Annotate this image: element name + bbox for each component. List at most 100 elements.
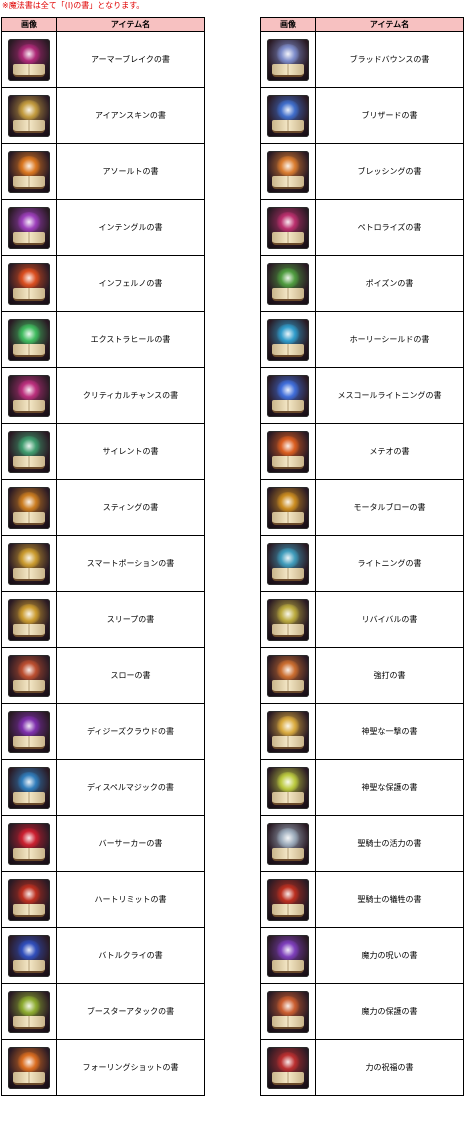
table-row: ホーリーシールドの書 [260, 311, 464, 368]
item-name: アソールトの書 [56, 143, 205, 200]
lightning-icon [267, 542, 309, 585]
book-graphic [13, 903, 45, 917]
spell-glow [17, 659, 41, 680]
header-image: 画像 [260, 17, 316, 32]
table-row: フォーリングショットの書 [1, 1039, 205, 1096]
slow-icon [8, 654, 50, 697]
notice-text: ※魔法書は全て「(I)の書」となります。 [2, 1, 145, 10]
book-graphic [272, 343, 304, 357]
spell-glow [17, 883, 41, 904]
item-name: スティングの書 [56, 479, 205, 536]
spell-glow [276, 659, 300, 680]
item-name: ブースターアタックの書 [56, 983, 205, 1040]
item-image-cell [1, 535, 57, 592]
item-table-right: 画像 アイテム名 ブラッドバウンスの書 ブリザードの書 ブレッシングの書 ペトロライズ… [260, 17, 464, 1096]
table-row: メスコールライトニングの書 [260, 367, 464, 424]
page: ※魔法書は全て「(I)の書」となります。 画像 アイテム名 アーマーブレイクの書… [0, 0, 464, 1140]
table-row: 強打の書 [260, 647, 464, 704]
item-name: インテングルの書 [56, 199, 205, 256]
book-graphic [272, 63, 304, 77]
mana-protection-icon [267, 990, 309, 1033]
item-name: バーサーカーの書 [56, 815, 205, 872]
table-row: クリティカルチャンスの書 [1, 367, 205, 424]
spell-glow [17, 547, 41, 568]
table-row: 魔力の保護の書 [260, 983, 464, 1040]
spell-glow [276, 323, 300, 344]
item-name: ブレッシングの書 [315, 143, 464, 200]
item-image-cell [260, 367, 316, 424]
table-row: スローの書 [1, 647, 205, 704]
table-row: ポイズンの書 [260, 255, 464, 312]
spell-glow [17, 267, 41, 288]
table-row: バーサーカーの書 [1, 815, 205, 872]
table-body-left: アーマーブレイクの書 アイアンスキンの書 アソールトの書 インテングルの書 インフェルノ… [1, 31, 205, 1096]
book-graphic [13, 63, 45, 77]
table-row: ハートリミットの書 [1, 871, 205, 928]
spell-glow [276, 267, 300, 288]
table-row: 神聖な保護の書 [260, 759, 464, 816]
book-graphic [13, 623, 45, 637]
smart-potion-icon [8, 542, 50, 585]
item-image-cell [260, 535, 316, 592]
spell-glow [17, 1051, 41, 1072]
table-header-row: 画像 アイテム名 [1, 17, 205, 32]
item-name: インフェルノの書 [56, 255, 205, 312]
item-image-cell [260, 983, 316, 1040]
item-name: ディジーズクラウドの書 [56, 703, 205, 760]
table-row: インテングルの書 [1, 199, 205, 256]
table-row: 神聖な一撃の書 [260, 703, 464, 760]
item-image-cell [1, 983, 57, 1040]
spell-glow [17, 435, 41, 456]
item-name: モータルブローの書 [315, 479, 464, 536]
item-image-cell [1, 815, 57, 872]
book-graphic [13, 231, 45, 245]
spell-glow [17, 995, 41, 1016]
table-row: ライトニングの書 [260, 535, 464, 592]
item-name: 強打の書 [315, 647, 464, 704]
mortal-blow-icon [267, 486, 309, 529]
item-name: フォーリングショットの書 [56, 1039, 205, 1096]
item-image-cell [1, 31, 57, 88]
table-row: アイアンスキンの書 [1, 87, 205, 144]
item-image-cell [260, 143, 316, 200]
book-graphic [272, 399, 304, 413]
spell-glow [276, 995, 300, 1016]
book-graphic [272, 287, 304, 301]
spell-glow [17, 827, 41, 848]
table-row: バトルクライの書 [1, 927, 205, 984]
spell-glow [17, 715, 41, 736]
spell-glow [17, 43, 41, 64]
table-row: 聖騎士の犠牲の書 [260, 871, 464, 928]
critical-chance-icon [8, 374, 50, 417]
book-graphic [272, 791, 304, 805]
assault-icon [8, 150, 50, 193]
item-name: ディスペルマジックの書 [56, 759, 205, 816]
spell-glow [276, 547, 300, 568]
spell-glow [17, 491, 41, 512]
table-row: ディジーズクラウドの書 [1, 703, 205, 760]
header-item-name: アイテム名 [56, 17, 205, 32]
spell-glow [17, 323, 41, 344]
strong-blow-icon [267, 654, 309, 697]
table-row: 聖騎士の活力の書 [260, 815, 464, 872]
book-graphic [272, 455, 304, 469]
book-graphic [272, 511, 304, 525]
item-image-cell [260, 255, 316, 312]
item-image-cell [1, 143, 57, 200]
item-name: ホーリーシールドの書 [315, 311, 464, 368]
spell-glow [276, 1051, 300, 1072]
table-row: アーマーブレイクの書 [1, 31, 205, 88]
table-row: ブースターアタックの書 [1, 983, 205, 1040]
book-graphic [13, 287, 45, 301]
table-row: ブレッシングの書 [260, 143, 464, 200]
item-image-cell [260, 871, 316, 928]
item-image-cell [1, 1039, 57, 1096]
table-row: サイレントの書 [1, 423, 205, 480]
item-image-cell [1, 423, 57, 480]
item-image-cell [260, 703, 316, 760]
item-image-cell [1, 703, 57, 760]
petrolize-icon [267, 206, 309, 249]
spell-glow [276, 99, 300, 120]
item-name: ペトロライズの書 [315, 199, 464, 256]
table-row: 魔力の呪いの書 [260, 927, 464, 984]
